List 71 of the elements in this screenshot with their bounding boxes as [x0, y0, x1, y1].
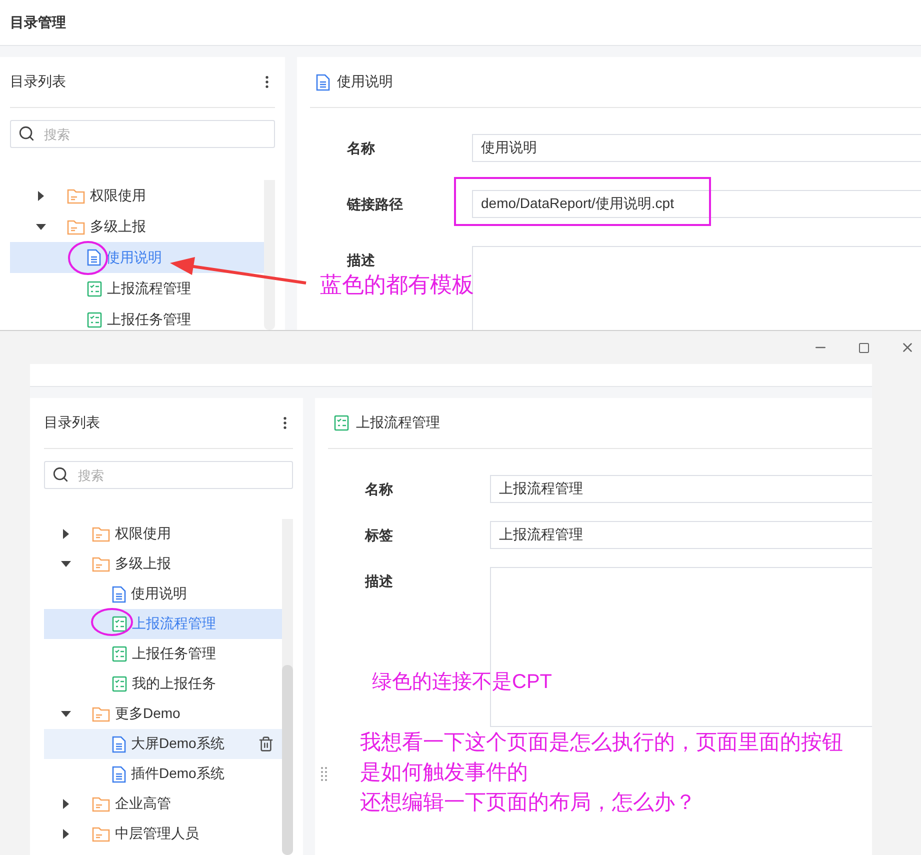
tree-item[interactable]: 多级上报	[44, 549, 282, 579]
annotation-text: 蓝色的都有模板	[320, 271, 475, 299]
folder-icon	[92, 556, 110, 572]
folder-icon	[92, 796, 110, 812]
grip-icon[interactable]	[321, 766, 327, 782]
scrollbar[interactable]	[264, 180, 275, 330]
scrollbar[interactable]	[282, 519, 293, 855]
annotation-text: 还想编辑一下页面的布局，怎么办？	[360, 790, 697, 816]
annotation-text: 我想看一下这个页面是怎么执行的，页面里面的按钮是如何触发事件的	[360, 730, 844, 786]
field-label: 描述	[347, 251, 376, 270]
document-icon	[112, 766, 126, 782]
caret-icon[interactable]	[36, 222, 46, 232]
highlight-circle	[68, 241, 108, 275]
folder-icon	[92, 526, 110, 542]
document-icon	[112, 736, 126, 752]
checklist-icon	[112, 676, 127, 692]
document-icon	[87, 249, 101, 266]
tree-item[interactable]: 权限使用	[44, 519, 282, 549]
caret-icon[interactable]	[61, 529, 71, 539]
annotation-text: 绿色的连接不是CPT	[372, 670, 553, 695]
tree-item[interactable]: 权限使用	[10, 180, 264, 211]
document-icon	[112, 586, 126, 602]
maximize-icon[interactable]	[858, 342, 870, 354]
caret-icon[interactable]	[61, 559, 71, 569]
input-field[interactable]: demo/DataReport/使用说明.cpt	[472, 190, 921, 218]
tree-item[interactable]: 上报任务管理	[44, 639, 282, 669]
delete-icon[interactable]	[258, 736, 274, 752]
checklist-icon	[112, 646, 127, 662]
search-icon	[52, 466, 69, 483]
search-field[interactable]: 搜索	[44, 461, 293, 489]
checklist-icon	[112, 616, 127, 632]
checklist-icon	[334, 415, 349, 431]
highlight-circle	[91, 608, 133, 636]
tree-item[interactable]: 上报流程管理	[10, 273, 264, 304]
close-icon[interactable]	[900, 340, 915, 355]
field-label: 链接路径	[347, 195, 404, 214]
input-field[interactable]: 上报流程管理	[490, 475, 872, 503]
tree-item[interactable]: 中层管理人员	[44, 819, 282, 849]
tree-item[interactable]: 上报任务管理	[10, 304, 264, 330]
field-label: 名称	[365, 480, 394, 499]
detail-title: 上报流程管理	[356, 414, 440, 432]
caret-icon[interactable]	[61, 829, 71, 839]
tree-item[interactable]: 更多Demo	[44, 699, 282, 729]
tree-item[interactable]: 大屏Demo系统	[44, 729, 282, 759]
field-label: 描述	[365, 572, 394, 591]
folder-icon	[92, 826, 110, 842]
textarea-field[interactable]	[490, 567, 872, 727]
caret-icon[interactable]	[61, 709, 71, 719]
folder-icon	[92, 706, 110, 722]
document-icon	[316, 74, 330, 90]
tree-item[interactable]: 多级上报	[10, 211, 264, 242]
checklist-icon	[87, 280, 102, 296]
input-field[interactable]: 使用说明	[472, 134, 921, 162]
tree-item[interactable]: 插件Demo系统	[44, 759, 282, 789]
caret-icon[interactable]	[36, 190, 46, 200]
input-field[interactable]: 上报流程管理	[490, 521, 872, 549]
tree-item[interactable]: 使用说明	[44, 579, 282, 609]
page-title: 目录管理	[10, 14, 66, 32]
field-label: 名称	[347, 139, 376, 158]
caret-icon[interactable]	[61, 799, 71, 809]
detail-title: 使用说明	[337, 73, 393, 91]
checklist-icon	[87, 312, 102, 328]
tree-item[interactable]: 企业高管	[44, 789, 282, 819]
folder-icon	[67, 218, 85, 234]
search-icon	[18, 125, 35, 142]
search-field[interactable]: 搜索	[10, 120, 275, 148]
tree-item[interactable]: 我的上报任务	[44, 669, 282, 699]
panel-title: 目录列表	[44, 414, 100, 432]
field-label: 标签	[365, 526, 394, 545]
panel-title: 目录列表	[10, 73, 66, 91]
folder-icon	[67, 188, 85, 204]
